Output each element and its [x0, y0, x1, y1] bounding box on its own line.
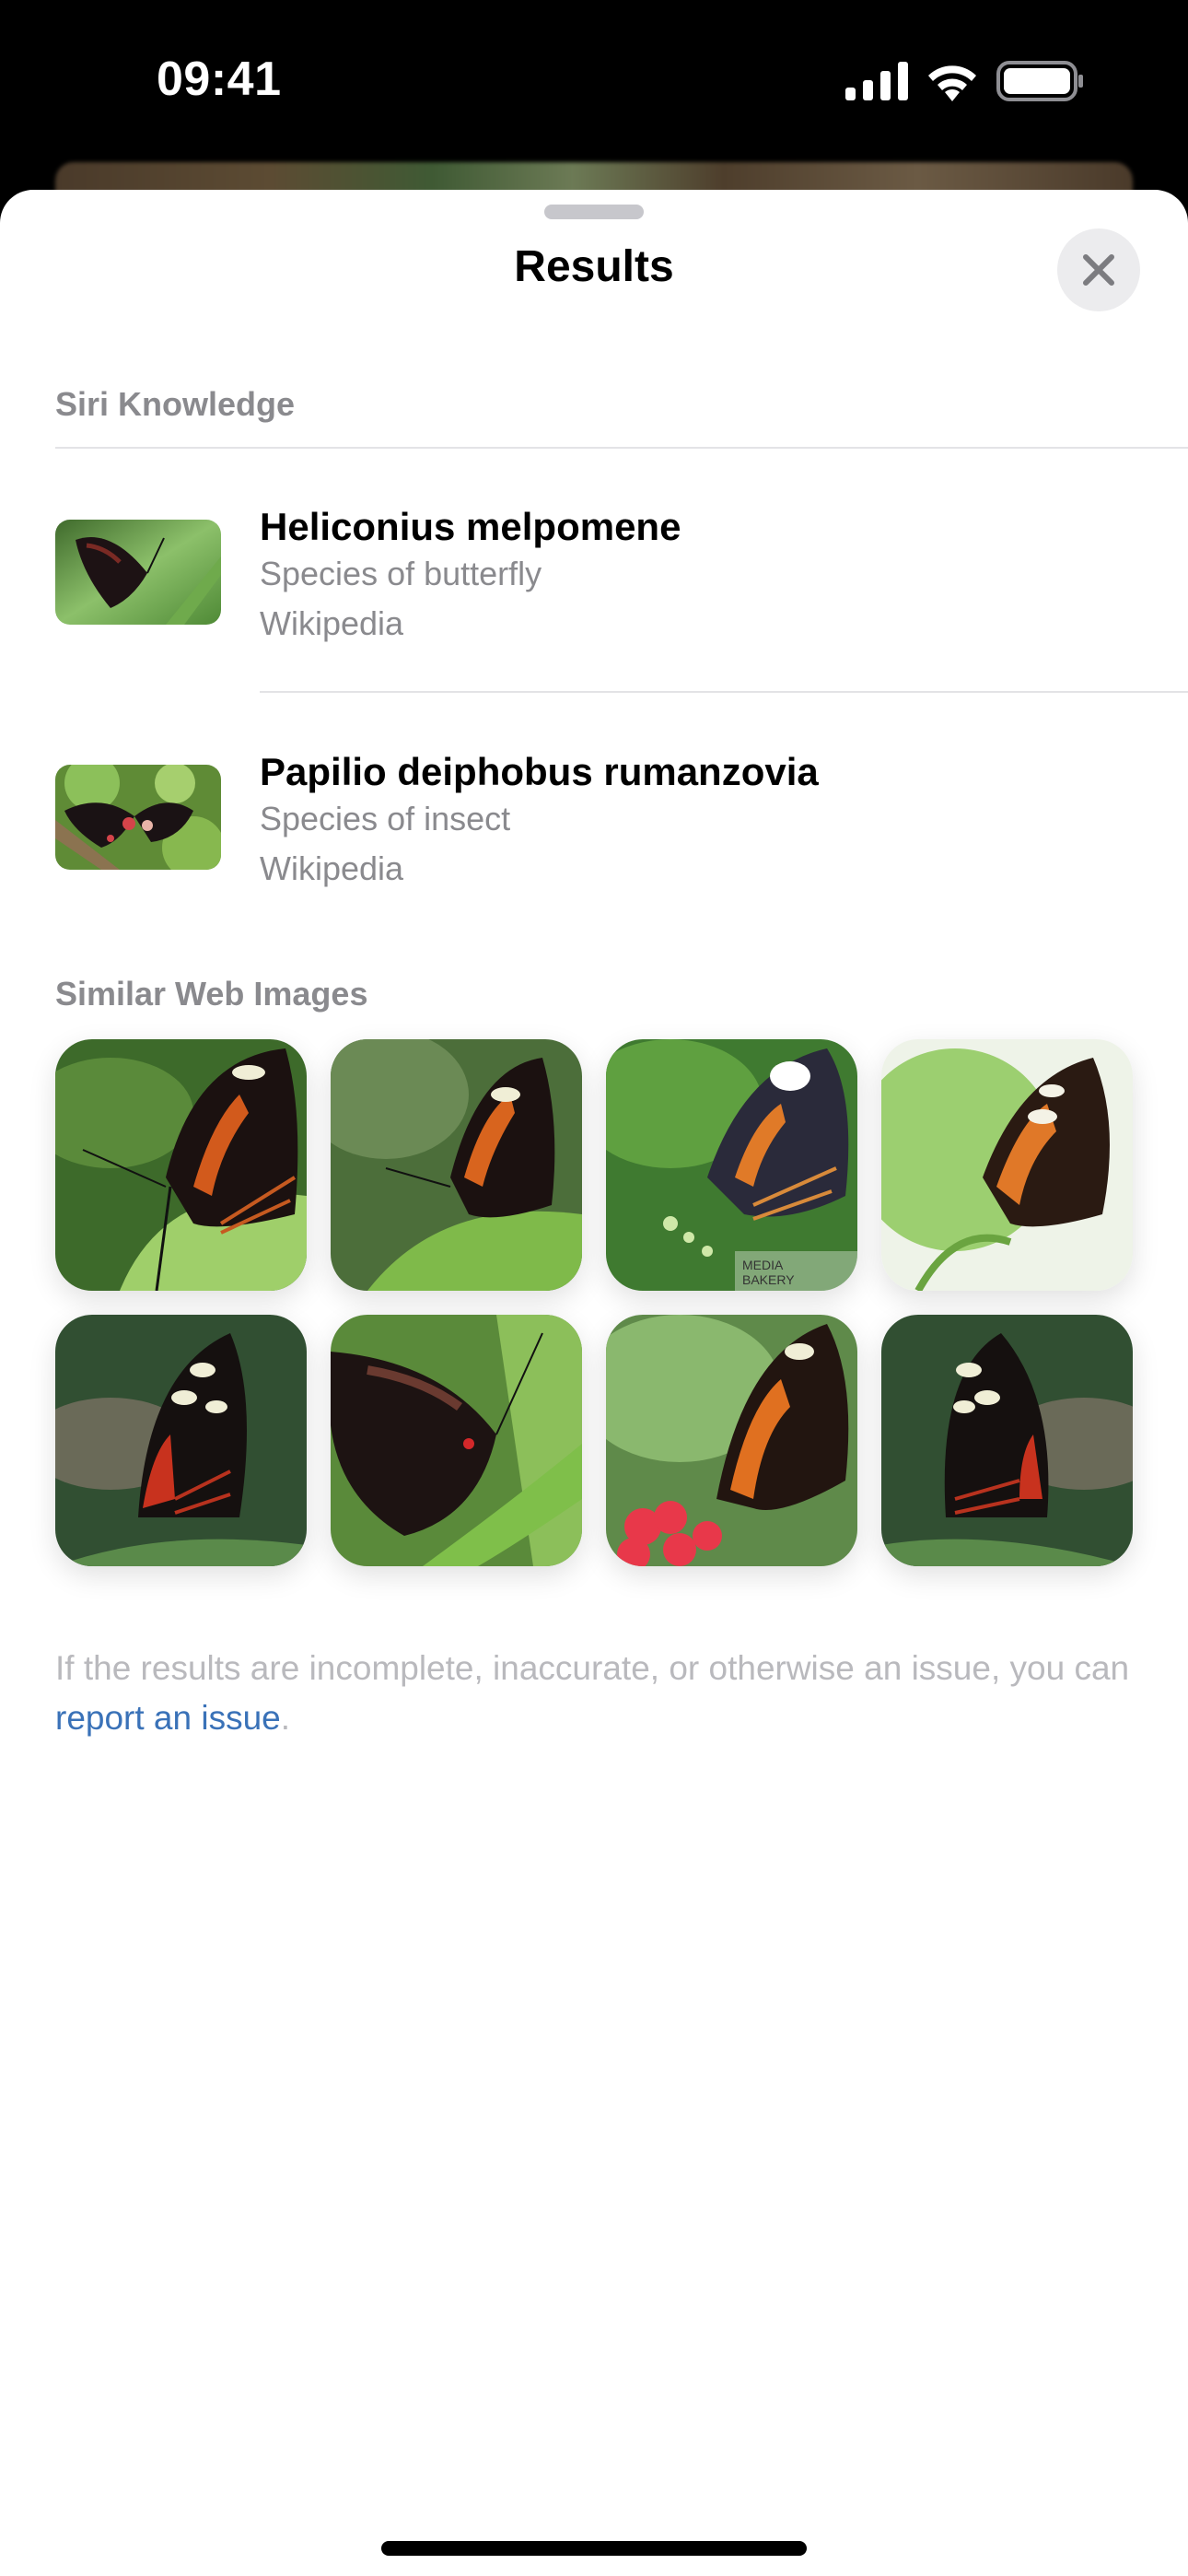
knowledge-item-source: Wikipedia	[260, 604, 404, 642]
sheet-grabber[interactable]	[544, 205, 644, 219]
report-issue-link[interactable]: report an issue	[55, 1699, 281, 1737]
knowledge-item-subtitle: Species of insect	[260, 800, 511, 837]
similar-web-images-header: Similar Web Images	[55, 975, 368, 1013]
knowledge-item-papilio-deiphobus-rumanzovia[interactable]: Papilio deiphobus rumanzovia Species of …	[0, 709, 1188, 903]
results-sheet: Results Siri Knowledge Heliconius melpom…	[0, 190, 1188, 2576]
report-issue-note: If the results are incomplete, inaccurat…	[55, 1644, 1133, 1743]
knowledge-item-subtitle: Species of butterfly	[260, 555, 542, 592]
wifi-icon	[925, 61, 980, 101]
similar-image-3[interactable]: MEDIA BAKERY	[606, 1039, 857, 1291]
close-icon	[1080, 252, 1117, 288]
item-divider	[260, 691, 1188, 693]
similar-image-5[interactable]	[55, 1315, 307, 1566]
similar-image-4[interactable]	[881, 1039, 1133, 1291]
close-button[interactable]	[1057, 228, 1140, 311]
section-divider	[55, 447, 1188, 449]
sheet-title: Results	[514, 242, 674, 291]
similar-image-6[interactable]	[331, 1315, 582, 1566]
status-time: 09:41	[157, 53, 282, 106]
footer-text-end: .	[280, 1699, 291, 1737]
similar-image-7[interactable]	[606, 1315, 857, 1566]
battery-icon	[996, 61, 1085, 101]
similar-image-8[interactable]	[881, 1315, 1133, 1566]
butterfly-thumbnail	[55, 520, 221, 625]
knowledge-item-source: Wikipedia	[260, 849, 404, 887]
status-icons	[845, 61, 1085, 101]
similar-image-1[interactable]	[55, 1039, 307, 1291]
home-indicator[interactable]	[381, 2541, 807, 2556]
siri-knowledge-header: Siri Knowledge	[55, 385, 296, 423]
cellular-signal-icon	[845, 62, 908, 100]
footer-text: If the results are incomplete, inaccurat…	[55, 1649, 1130, 1687]
watermark-text: MEDIA	[742, 1258, 784, 1272]
knowledge-item-heliconius-melpomene[interactable]: Heliconius melpomene Species of butterfl…	[0, 466, 1188, 660]
watermark-text: BAKERY	[742, 1272, 795, 1287]
knowledge-item-title: Papilio deiphobus rumanzovia	[260, 750, 819, 793]
butterfly-thumbnail	[55, 765, 221, 870]
similar-image-2[interactable]	[331, 1039, 582, 1291]
knowledge-item-title: Heliconius melpomene	[260, 505, 681, 548]
status-bar: 09:41	[0, 0, 1188, 161]
